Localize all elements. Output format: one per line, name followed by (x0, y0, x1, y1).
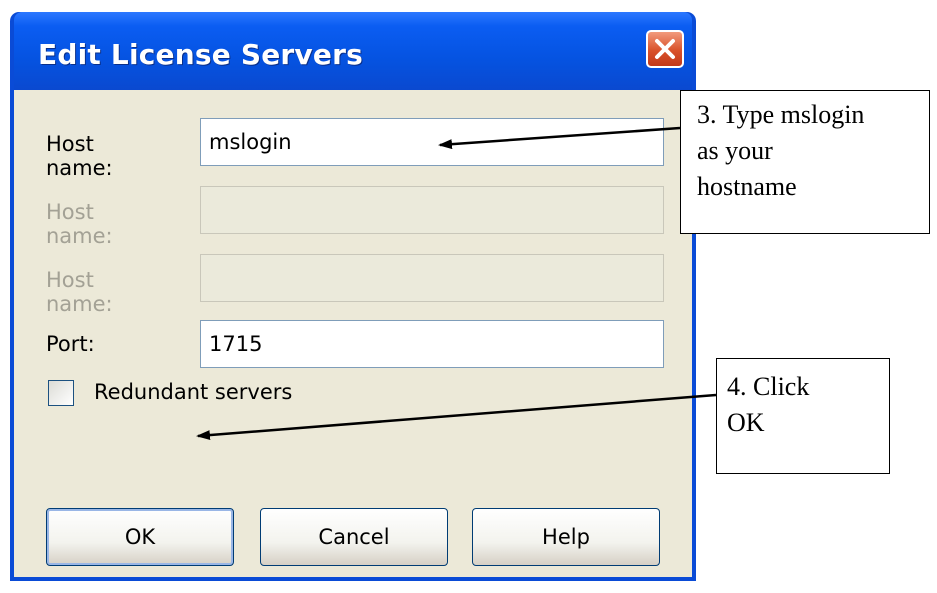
annotation-arrows (196, 126, 717, 441)
step-4-arrow (196, 393, 717, 441)
step-3-arrow (438, 126, 681, 150)
